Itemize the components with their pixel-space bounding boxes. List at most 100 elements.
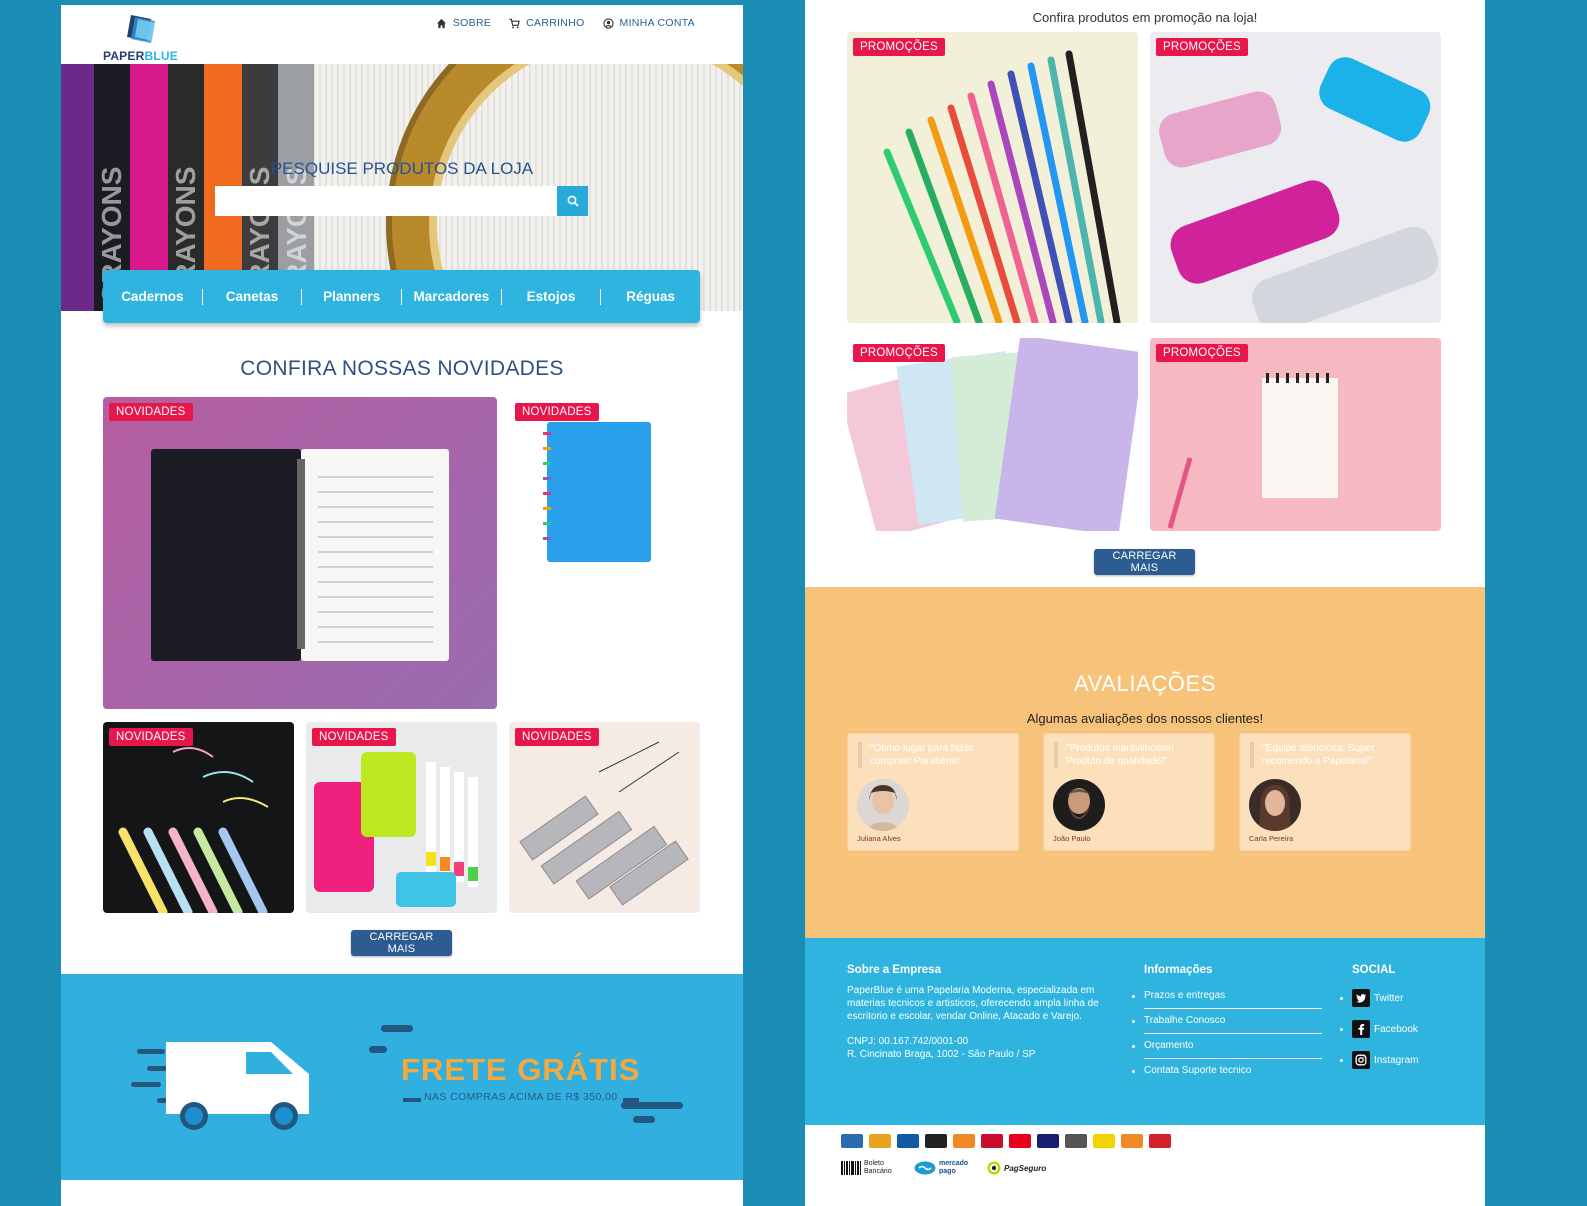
novidades-title: CONFIRA NOSSAS NOVIDADES [240, 357, 564, 380]
novidades-badge: NOVIDADES [109, 403, 193, 421]
footer-address: R. Cincinato Braga, 1002 - São Paulo / S… [847, 1049, 1036, 1060]
metal-rulers-image [519, 741, 689, 906]
nav-carrinho[interactable]: CARRINHO [509, 17, 584, 29]
category-cadernos[interactable]: Cadernos [103, 288, 203, 305]
novidades-load-more-button[interactable]: CARREGAR MAIS [351, 930, 452, 956]
avatar [1053, 779, 1105, 831]
promo-tile-notepad[interactable]: PROMOÇÕES [1150, 338, 1441, 531]
search-title: PESQUISE PRODUTOS DA LOJA [270, 159, 534, 178]
review-quote: "Ótimo lugar para fazer compras! Parabén… [858, 742, 1010, 768]
payment-card-icon [981, 1134, 1003, 1148]
boleto-payment: Boleto Bancário [841, 1160, 904, 1176]
brand-logo[interactable]: PAPERBLUE [103, 13, 183, 65]
review-quote: "Equipe atenciosa. Super recomendo a Pap… [1250, 742, 1402, 768]
footer-link-suporte[interactable]: Contata Suporte tecnico [1144, 1065, 1251, 1076]
footer-about-text: PaperBlue é uma Papelaria Moderna, espec… [847, 985, 1099, 1022]
payment-card-icon [869, 1134, 891, 1148]
social-link-instagram[interactable]: Instagram [1374, 1055, 1418, 1066]
reviews-title: AVALIAÇÕES [1073, 671, 1217, 696]
category-canetas[interactable]: Canetas [203, 288, 303, 305]
facebook-icon [1352, 1020, 1370, 1038]
payment-card-icon [1009, 1134, 1031, 1148]
novidade-tile-notebook[interactable]: NOVIDADES [103, 397, 497, 709]
footer-about: PaperBlue é uma Papelaria Moderna, espec… [847, 984, 1112, 1061]
review-name: João Paulo [1053, 834, 1091, 843]
novidades-badge: NOVIDADES [515, 728, 599, 746]
barcode-icon [841, 1161, 861, 1175]
promo-badge: PROMOÇÕES [853, 344, 945, 362]
colored-pens-image [883, 50, 1121, 323]
review-name: Juliana Alves [857, 834, 901, 843]
site-footer: Sobre a Empresa PaperBlue é uma Papelari… [805, 938, 1485, 1125]
promo-load-more-button[interactable]: CARREGAR MAIS [1094, 549, 1195, 575]
novidades-badge: NOVIDADES [312, 728, 396, 746]
search-icon [567, 195, 579, 207]
pencil-cases-image [1159, 57, 1439, 323]
top-nav: SOBRE CARRINHO MINHA CONTA [436, 17, 695, 29]
review-card: "Equipe atenciosa. Super recomendo a Pap… [1239, 733, 1411, 851]
novidade-tile-pens[interactable]: NOVIDADES [103, 722, 294, 913]
promo-tile-pencil-cases[interactable]: PROMOÇÕES [1150, 32, 1441, 323]
home-page-right: Confira produtos em promoção na loja! PR… [805, 0, 1485, 1206]
boleto-label: Boleto Bancário [864, 1160, 892, 1175]
review-card: "Produtos maravilhosos! Produto de quali… [1043, 733, 1215, 851]
footer-link-orcamento[interactable]: Orçamento [1144, 1040, 1193, 1051]
promo-badge: PROMOÇÕES [1156, 344, 1248, 362]
novidades-badge: NOVIDADES [515, 403, 599, 421]
brand-name: PAPERBLUE [103, 49, 178, 63]
logo-mark-icon [127, 15, 155, 43]
home-icon [436, 18, 446, 28]
payment-card-icon [1093, 1134, 1115, 1148]
payment-card-icon [1065, 1134, 1087, 1148]
footer-link-prazos[interactable]: Prazos e entregas [1144, 990, 1225, 1001]
list-item: Trabalhe Conosco [1132, 1009, 1322, 1034]
category-planners[interactable]: Planners [302, 288, 403, 305]
nav-sobre-label: SOBRE [452, 17, 492, 29]
footer-info-links: Prazos e entregas Trabalhe Conosco Orçam… [1132, 984, 1322, 1083]
mercado-pago-label: mercado pago [939, 1160, 969, 1175]
promo-tile-planners[interactable]: PROMOÇÕES [847, 338, 1138, 531]
novidade-tile-markers[interactable]: NOVIDADES [306, 722, 497, 913]
nav-carrinho-label: CARRINHO [526, 17, 585, 29]
footer-social-links: Twitter Facebook Instagram [1339, 988, 1418, 1081]
search-button[interactable] [557, 186, 588, 216]
list-item: Contata Suporte tecnico [1132, 1059, 1322, 1083]
cart-icon [509, 18, 520, 28]
gel-pens-image [118, 747, 269, 913]
notebook-image [151, 449, 449, 661]
payment-card-icon [925, 1134, 947, 1148]
payment-card-icon [1121, 1134, 1143, 1148]
payment-other-methods: Boleto Bancário mercado pago PagSeguro [841, 1160, 1441, 1176]
novidade-tile-rulers[interactable]: NOVIDADES [509, 722, 700, 913]
category-marcadores[interactable]: Marcadores [402, 288, 502, 305]
home-page-left: PAPERBLUE SOBRE CARRINHO MINHA CONTA CRA… [61, 5, 743, 1206]
footer-info-title: Informações [1144, 964, 1213, 976]
highlighters-image [314, 752, 478, 907]
social-link-facebook[interactable]: Facebook [1374, 1024, 1418, 1035]
search-input[interactable] [215, 186, 557, 216]
blue-notebook-image [543, 422, 651, 562]
novidade-tile-blue-notebook[interactable]: NOVIDADES [509, 397, 699, 577]
promo-badge: PROMOÇÕES [1156, 38, 1248, 56]
nav-sobre[interactable]: SOBRE [436, 17, 491, 29]
pagseguro-payment: PagSeguro [987, 1161, 1046, 1175]
category-reguas[interactable]: Réguas [601, 289, 700, 305]
list-item: Twitter [1339, 988, 1418, 1008]
footer-social-title: SOCIAL [1352, 964, 1396, 976]
mercado-pago-payment: mercado pago [914, 1160, 977, 1176]
payment-methods: Boleto Bancário mercado pago PagSeguro [841, 1134, 1441, 1176]
reviews-section: AVALIAÇÕES Algumas avaliações dos nossos… [805, 587, 1485, 938]
footer-link-trabalhe[interactable]: Trabalhe Conosco [1144, 1015, 1225, 1026]
avatar-man-image [1053, 779, 1105, 831]
promo-badge: PROMOÇÕES [853, 38, 945, 56]
user-circle-icon [602, 17, 614, 29]
social-link-twitter[interactable]: Twitter [1374, 993, 1403, 1004]
avatar-woman-image [857, 779, 909, 831]
nav-minha-conta[interactable]: MINHA CONTA [602, 17, 695, 29]
list-item: Facebook [1339, 1019, 1418, 1039]
category-estojos[interactable]: Estojos [502, 288, 602, 305]
payment-card-icons [841, 1134, 1441, 1148]
search-bar [215, 186, 588, 216]
promo-tile-pens[interactable]: PROMOÇÕES [847, 32, 1138, 323]
payment-card-icon [1149, 1134, 1171, 1148]
